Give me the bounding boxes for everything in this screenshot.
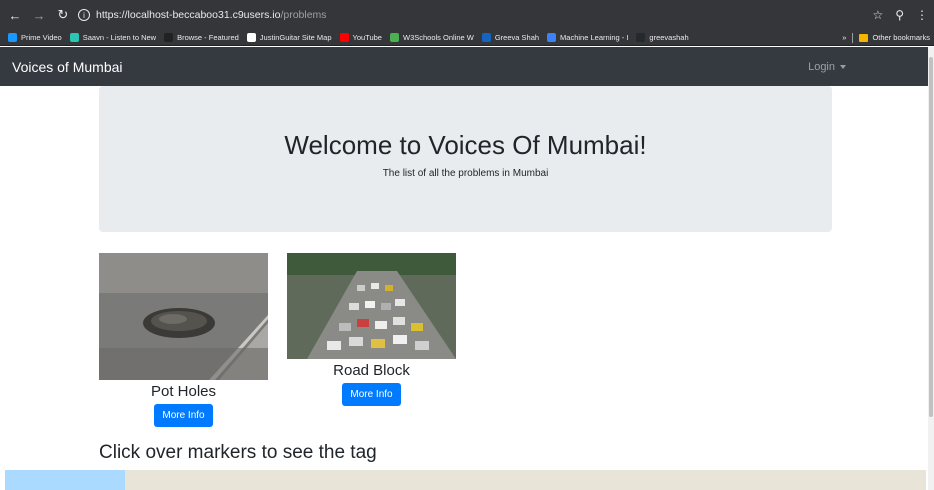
bookmark-star-icon[interactable]: ☆ (872, 8, 883, 22)
bookmark-item[interactable]: Saavn - Listen to New (69, 33, 157, 42)
navbar-brand[interactable]: Voices of Mumbai (12, 59, 123, 75)
page-title: Welcome to Voices Of Mumbai! (284, 130, 647, 160)
bookmark-favicon-icon (8, 33, 17, 42)
site-info-icon[interactable]: i (78, 9, 90, 21)
browser-toolbar: ← → ↻ i https://localhost-beccaboo31.c9u… (0, 0, 934, 30)
more-info-button[interactable]: More Info (154, 404, 213, 427)
url-host: https://localhost-beccaboo31.c9users.io (96, 9, 281, 21)
bookmarks-divider (852, 32, 854, 43)
problem-card-road-block: Road Block More Info (287, 253, 456, 406)
scrollbar-thumb[interactable] (929, 57, 933, 417)
login-dropdown[interactable]: Login (808, 61, 846, 73)
bookmark-label: Browse - Featured (177, 33, 239, 42)
bookmark-favicon-icon (389, 33, 399, 42)
bookmark-item[interactable]: W3Schools Online W (389, 33, 474, 42)
map-section-title: Click over markers to see the tag (99, 442, 377, 463)
problem-title: Pot Holes (150, 383, 217, 400)
bookmark-item[interactable]: greevashah (636, 33, 689, 42)
caret-down-icon (840, 64, 846, 69)
bookmark-favicon-icon (481, 33, 491, 42)
login-label: Login (808, 60, 835, 73)
bookmark-item[interactable]: Machine Learning - I (547, 33, 628, 42)
reload-icon[interactable]: ↻ (54, 6, 72, 24)
welcome-jumbotron: Welcome to Voices Of Mumbai! The list of… (99, 86, 832, 232)
more-bookmarks-button[interactable]: » (842, 33, 846, 42)
back-arrow-icon[interactable]: ← (6, 6, 24, 24)
traffic-image (287, 253, 456, 359)
folder-icon (859, 33, 869, 42)
bookmark-label: greevashah (649, 33, 689, 42)
more-info-button[interactable]: More Info (342, 383, 401, 406)
bookmark-favicon-icon (246, 33, 256, 42)
map[interactable] (5, 470, 926, 490)
bookmark-label: JustinGuitar Site Map (259, 33, 332, 42)
bookmark-item[interactable]: YouTube (339, 33, 382, 42)
bookmark-label: Machine Learning - I (560, 33, 629, 42)
bookmark-favicon-icon (547, 33, 557, 42)
pothole-image (99, 253, 268, 380)
url-path: /problems (280, 9, 327, 21)
bookmark-label: Saavn - Listen to New (82, 33, 157, 42)
problem-title: Road Block (333, 362, 410, 379)
bookmark-item[interactable]: JustinGuitar Site Map (246, 33, 332, 42)
other-bookmarks-button[interactable]: Other bookmarks (872, 33, 930, 42)
bookmark-item[interactable]: Greeva Shah (481, 33, 540, 42)
bookmark-item[interactable]: Prime Video (8, 33, 62, 42)
bookmark-label: W3Schools Online W (402, 33, 474, 42)
page-subtitle: The list of all the problems in Mumbai (382, 168, 549, 179)
menu-kebab-icon[interactable]: ⋮ (916, 8, 928, 22)
bookmark-favicon-icon (164, 33, 174, 42)
map-water (5, 470, 125, 490)
bookmark-label: Prime Video (21, 33, 62, 42)
page-scrollbar[interactable] (928, 47, 934, 490)
app-navbar: Voices of Mumbai Login (0, 47, 928, 86)
address-bar[interactable]: i https://localhost-beccaboo31.c9users.i… (78, 5, 860, 25)
problem-card-pot-holes: Pot Holes More Info (99, 253, 268, 427)
bookmarks-bar: Prime Video Saavn - Listen to New Browse -… (0, 30, 934, 46)
bookmark-favicon-icon (339, 33, 349, 42)
bookmark-favicon-icon (69, 33, 79, 42)
forward-arrow-icon[interactable]: → (30, 6, 48, 24)
bookmark-label: YouTube (352, 33, 382, 42)
bookmark-favicon-icon (636, 33, 646, 42)
bookmark-item[interactable]: Browse - Featured (164, 33, 239, 42)
bookmark-label: Greeva Shah (494, 33, 540, 42)
extension-icon[interactable]: ⚲ (895, 8, 904, 22)
